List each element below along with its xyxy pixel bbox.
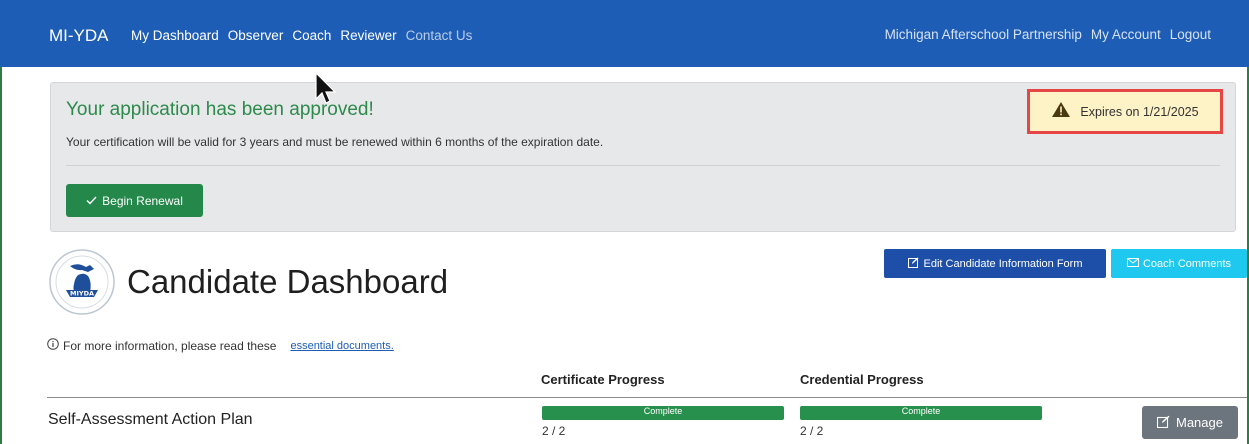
edit-icon [907,257,919,271]
miyda-logo: MIYDA [48,248,116,316]
table-header-divider [47,397,1247,398]
info-text: For more information, please read these [63,338,277,353]
credential-progress-bar: Complete [800,406,1042,420]
nav-observer[interactable]: Observer [228,28,284,43]
alert-divider [66,165,1220,166]
nav-organization[interactable]: Michigan Afterschool Partnership [885,27,1082,42]
manage-label: Manage [1176,415,1223,430]
nav-reviewer[interactable]: Reviewer [340,28,396,43]
credential-progress-count: 2 / 2 [800,424,824,438]
edit-candidate-info-button[interactable]: Edit Candidate Information Form [884,249,1106,278]
brand-link[interactable]: MI-YDA [49,26,109,46]
begin-renewal-button[interactable]: Begin Renewal [66,184,203,217]
certificate-progress-count: 2 / 2 [542,424,566,438]
info-line: For more information, please read these … [47,338,394,353]
credential-progress-header: Credential Progress [800,372,924,387]
mouse-cursor-icon [314,71,338,106]
nav-my-account[interactable]: My Account [1091,27,1161,42]
manage-button[interactable]: Manage [1142,406,1238,439]
credential-progress-fill: Complete [800,406,1042,420]
nav-contact-us[interactable]: Contact Us [406,28,473,43]
certificate-progress-fill: Complete [542,406,784,420]
check-icon [86,194,97,208]
logo-text: MIYDA [70,290,94,298]
warning-icon [1051,101,1071,123]
alert-subtitle: Your certification will be valid for 3 y… [66,135,604,149]
page-title: Candidate Dashboard [127,263,449,300]
begin-renewal-label: Begin Renewal [102,193,183,208]
approval-alert: Your application has been approved! Your… [50,82,1236,232]
coach-comments-label: Coach Comments [1142,257,1232,270]
nav-logout[interactable]: Logout [1170,27,1211,42]
envelope-icon [1126,257,1139,270]
nav-left: My Dashboard Observer Coach Reviewer Con… [131,28,481,43]
nav-my-dashboard[interactable]: My Dashboard [131,28,219,43]
row-label: Self-Assessment Action Plan [48,411,253,428]
nav-right: Michigan Afterschool Partnership My Acco… [876,27,1211,42]
expiration-badge: Expires on 1/21/2025 [1027,89,1223,134]
top-navbar: MI-YDA My Dashboard Observer Coach Revie… [0,0,1249,67]
certificate-progress-bar: Complete [542,406,784,420]
info-icon [47,338,59,353]
edit-icon [1156,415,1170,431]
essential-documents-link[interactable]: essential documents. [290,340,393,352]
coach-comments-button[interactable]: Coach Comments [1111,249,1247,278]
edit-candidate-info-label: Edit Candidate Information Form [923,257,1083,270]
expiration-text: Expires on 1/21/2025 [1080,104,1199,119]
certificate-progress-header: Certificate Progress [541,372,665,387]
nav-coach[interactable]: Coach [292,28,331,43]
